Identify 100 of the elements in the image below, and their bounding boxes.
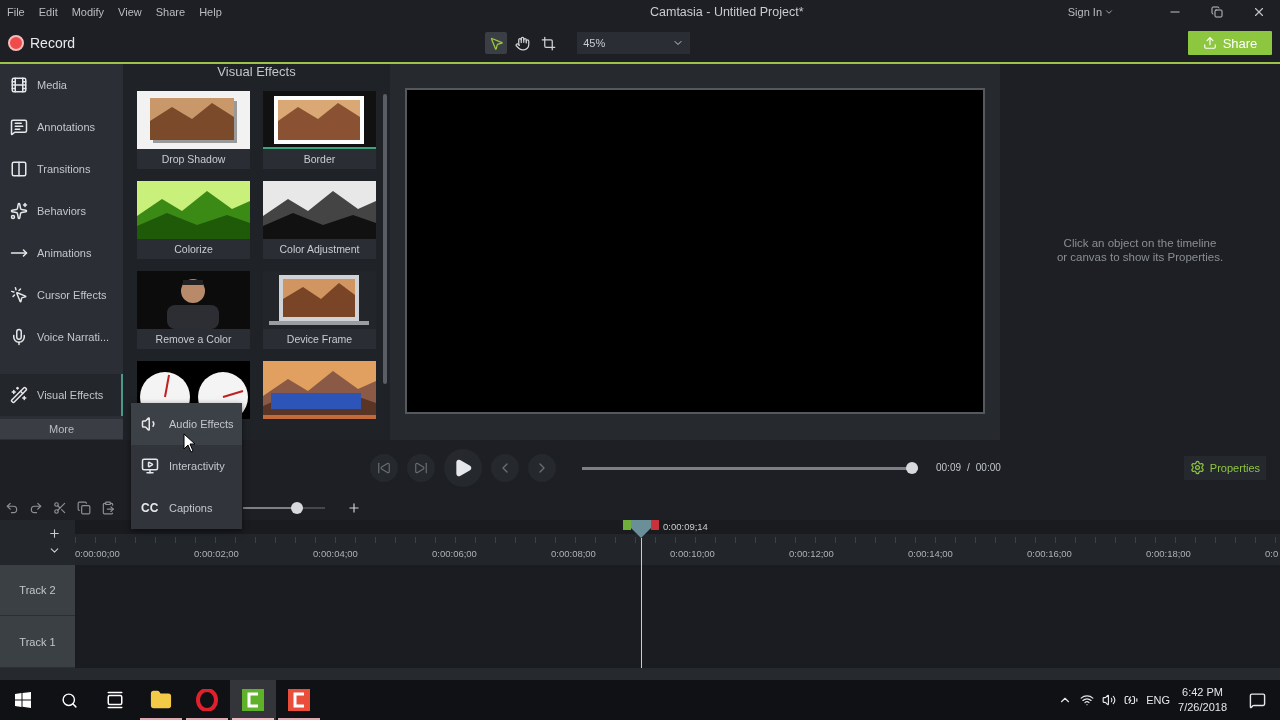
task-view-icon[interactable] (106, 691, 124, 709)
track-header[interactable]: Track 1 (0, 616, 75, 668)
camtasia-icon[interactable] (242, 689, 264, 711)
scrubber-thumb[interactable] (906, 461, 918, 474)
time-ruler[interactable]: 0:00:00;00 0:00:02;00 0:00:04;00 0:00:06;00 0:00:08;00 0:00:10;00 0:00:12;00 0:00:14;00 0:00:16;00 0:00:18;00 0:0 (75, 534, 1280, 565)
paste-icon[interactable] (101, 500, 115, 515)
menu-item[interactable]: Edit (38, 6, 58, 18)
playhead-time: 0:00:09;14 (663, 521, 708, 532)
ruler-label: 0:0 (1265, 547, 1280, 561)
undo-icon[interactable] (5, 500, 19, 515)
menu-item[interactable]: Share (155, 6, 186, 18)
upload-icon (1202, 36, 1217, 50)
record-dot-icon (8, 35, 24, 51)
running-indicator (140, 718, 182, 720)
ruler-label: 0:00:02;00 (194, 547, 240, 561)
mouse-cursor-icon (183, 433, 197, 453)
sidebar-item[interactable]: Behaviors (0, 190, 123, 232)
opera-icon[interactable] (196, 689, 218, 711)
pointer-tool[interactable] (485, 32, 508, 54)
screen-icon (141, 457, 159, 475)
sign-in-menu[interactable]: Sign In (1067, 6, 1114, 18)
play-button[interactable] (444, 448, 482, 487)
wifi-icon[interactable] (1080, 693, 1095, 707)
volume-icon[interactable] (1102, 693, 1117, 707)
menu-item[interactable]: Interactivity (131, 445, 242, 487)
time-separator: / (967, 462, 970, 473)
windows-icon[interactable] (15, 692, 31, 708)
add-track-icon[interactable] (48, 527, 61, 541)
effect-label[interactable]: Border (263, 149, 376, 169)
sidebar-item[interactable]: Visual Effects (0, 374, 123, 416)
window-title: Camtasia - Untitled Project* (649, 5, 805, 19)
crop-icon (540, 35, 556, 51)
step-back-button[interactable] (370, 453, 398, 482)
battery-icon[interactable] (1124, 693, 1139, 707)
menu-item[interactable]: Audio Effects (131, 403, 242, 445)
captions-icon: CC (141, 501, 159, 515)
effect-label[interactable]: Device Frame (263, 329, 376, 349)
gear-icon (1189, 460, 1205, 475)
ruler-label: 0:00:14;00 (908, 547, 954, 561)
in-point-marker[interactable] (623, 520, 631, 530)
ruler-label: 0:00:06;00 (432, 547, 478, 561)
out-point-marker[interactable] (651, 520, 659, 530)
redo-icon[interactable] (29, 500, 43, 515)
ruler-label: 0:00:12;00 (789, 547, 835, 561)
sidebar-item[interactable]: Annotations (0, 106, 123, 148)
notifications-icon[interactable] (1249, 691, 1266, 709)
restore-icon[interactable] (1211, 6, 1223, 18)
ruler-label: 0:00:04;00 (313, 547, 359, 561)
sidebar-item[interactable]: Media (0, 64, 123, 106)
ruler-label: 0:00:00;00 (75, 547, 121, 561)
behaviors-icon (10, 202, 28, 220)
sidebar-item[interactable]: Transitions (0, 148, 123, 190)
ruler-label: 0:00:16;00 (1027, 547, 1073, 561)
sidebar-item[interactable]: Animations (0, 232, 123, 274)
effect-label[interactable]: Colorize (137, 239, 250, 259)
horizontal-scrollbar[interactable] (0, 668, 1280, 680)
step-forward-icon (414, 460, 428, 475)
language-indicator[interactable]: ENG (1146, 694, 1171, 706)
copy-icon[interactable] (77, 500, 91, 515)
folder-icon[interactable] (150, 689, 172, 711)
cursor-icon (10, 286, 28, 304)
media-icon (10, 76, 28, 94)
track-header[interactable]: Track 2 (0, 564, 75, 617)
ruler-label: 0:00:18;00 (1146, 547, 1192, 561)
scrollbar[interactable] (383, 94, 387, 384)
annotations-icon (10, 118, 28, 136)
menu-item[interactable]: View (118, 6, 142, 18)
zoom-thumb[interactable] (290, 501, 303, 514)
effect-label[interactable]: Drop Shadow (137, 149, 250, 169)
search-icon[interactable] (60, 691, 78, 709)
zoom-select[interactable]: 45% (577, 32, 691, 54)
properties-hint: Click an object on the timeline or canvas to show its Properties. (1056, 235, 1224, 265)
transitions-icon (10, 160, 28, 178)
ruler-label: 0:00:08;00 (551, 547, 597, 561)
caret-icon (1104, 7, 1114, 17)
clock[interactable]: 6:42 PM 7/26/2018 (1178, 685, 1227, 715)
zoom-in-icon[interactable] (347, 500, 361, 515)
step-forward-button[interactable] (407, 453, 435, 482)
panel-title: Visual Effects (216, 64, 297, 79)
effect-label[interactable]: Color Adjustment (263, 239, 376, 259)
close-icon[interactable] (1252, 5, 1266, 19)
running-indicator (232, 718, 274, 720)
menu-item[interactable]: CC Captions (131, 487, 242, 529)
properties-button[interactable]: Properties (1183, 455, 1266, 480)
step-back-icon (377, 460, 391, 475)
duration: 00:00 (975, 462, 1001, 473)
sidebar-item[interactable]: Cursor Effects (0, 274, 123, 316)
recorder-icon[interactable] (288, 689, 310, 711)
more-button[interactable]: More (0, 419, 123, 439)
menu-item[interactable]: File (7, 6, 25, 18)
play-icon (453, 457, 473, 478)
menu-item[interactable]: Modify (71, 6, 105, 18)
playhead-handle[interactable] (631, 520, 651, 538)
menu-item[interactable]: Help (199, 6, 222, 18)
sidebar-item[interactable]: Voice Narrati... (0, 316, 123, 358)
running-indicator (278, 718, 320, 720)
effects-icon (10, 386, 28, 404)
record-button[interactable]: Record (8, 35, 76, 51)
cut-icon[interactable] (53, 500, 67, 515)
effect-label[interactable]: Remove a Color (137, 329, 250, 349)
